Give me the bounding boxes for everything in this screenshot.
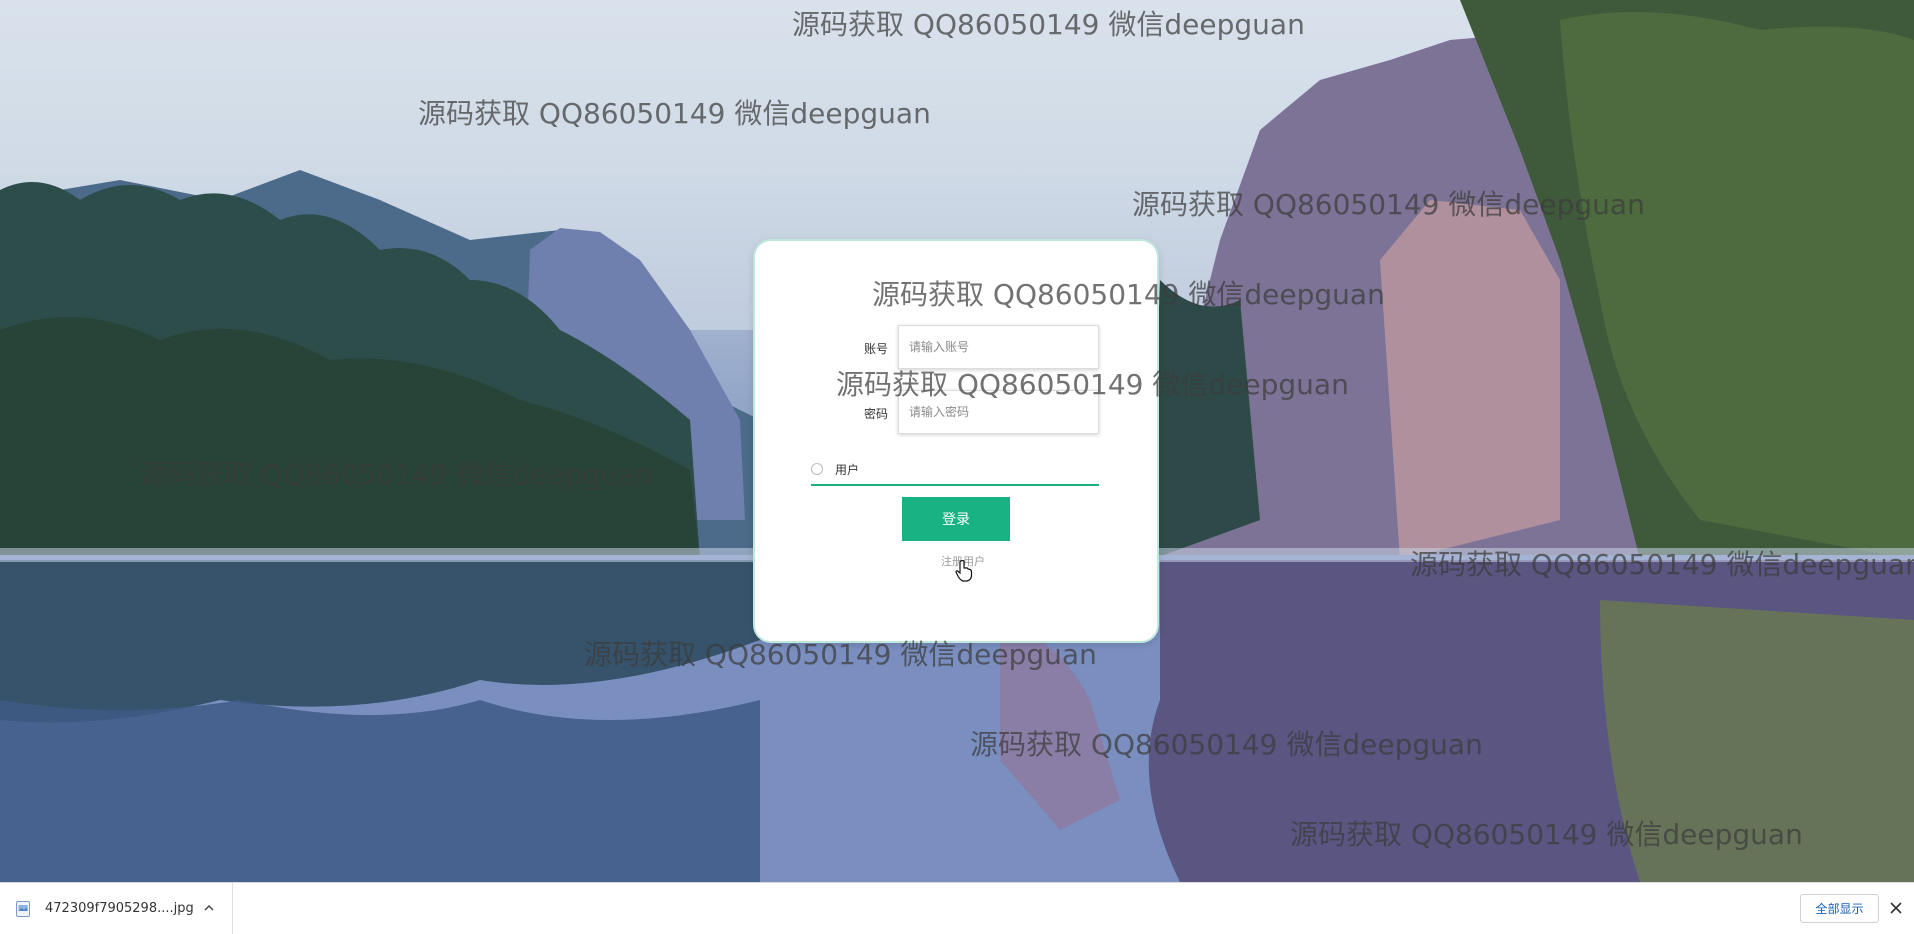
account-label: 账号 [864, 342, 889, 356]
close-icon[interactable] [1888, 900, 1904, 916]
role-select-row[interactable]: 用户 [811, 453, 1099, 486]
hand-cursor-icon [955, 560, 973, 582]
download-file-name[interactable]: 472309f7905298....jpg [45, 901, 194, 916]
chevron-up-icon[interactable] [202, 901, 216, 915]
role-radio[interactable] [811, 463, 823, 475]
password-input[interactable] [898, 390, 1099, 434]
show-all-button[interactable]: 全部显示 [1800, 894, 1879, 923]
password-label: 密码 [864, 407, 889, 421]
image-file-icon [16, 901, 30, 917]
download-item[interactable]: 472309f7905298....jpg [0, 883, 233, 934]
login-button[interactable]: 登录 [902, 497, 1010, 541]
download-bar: 472309f7905298....jpg 全部显示 [0, 882, 1914, 934]
account-input[interactable] [898, 325, 1099, 369]
page: 源码获取 QQ86050149 微信deepguan 源码获取 QQ860501… [0, 0, 1914, 934]
role-option-label[interactable]: 用户 [835, 461, 859, 478]
